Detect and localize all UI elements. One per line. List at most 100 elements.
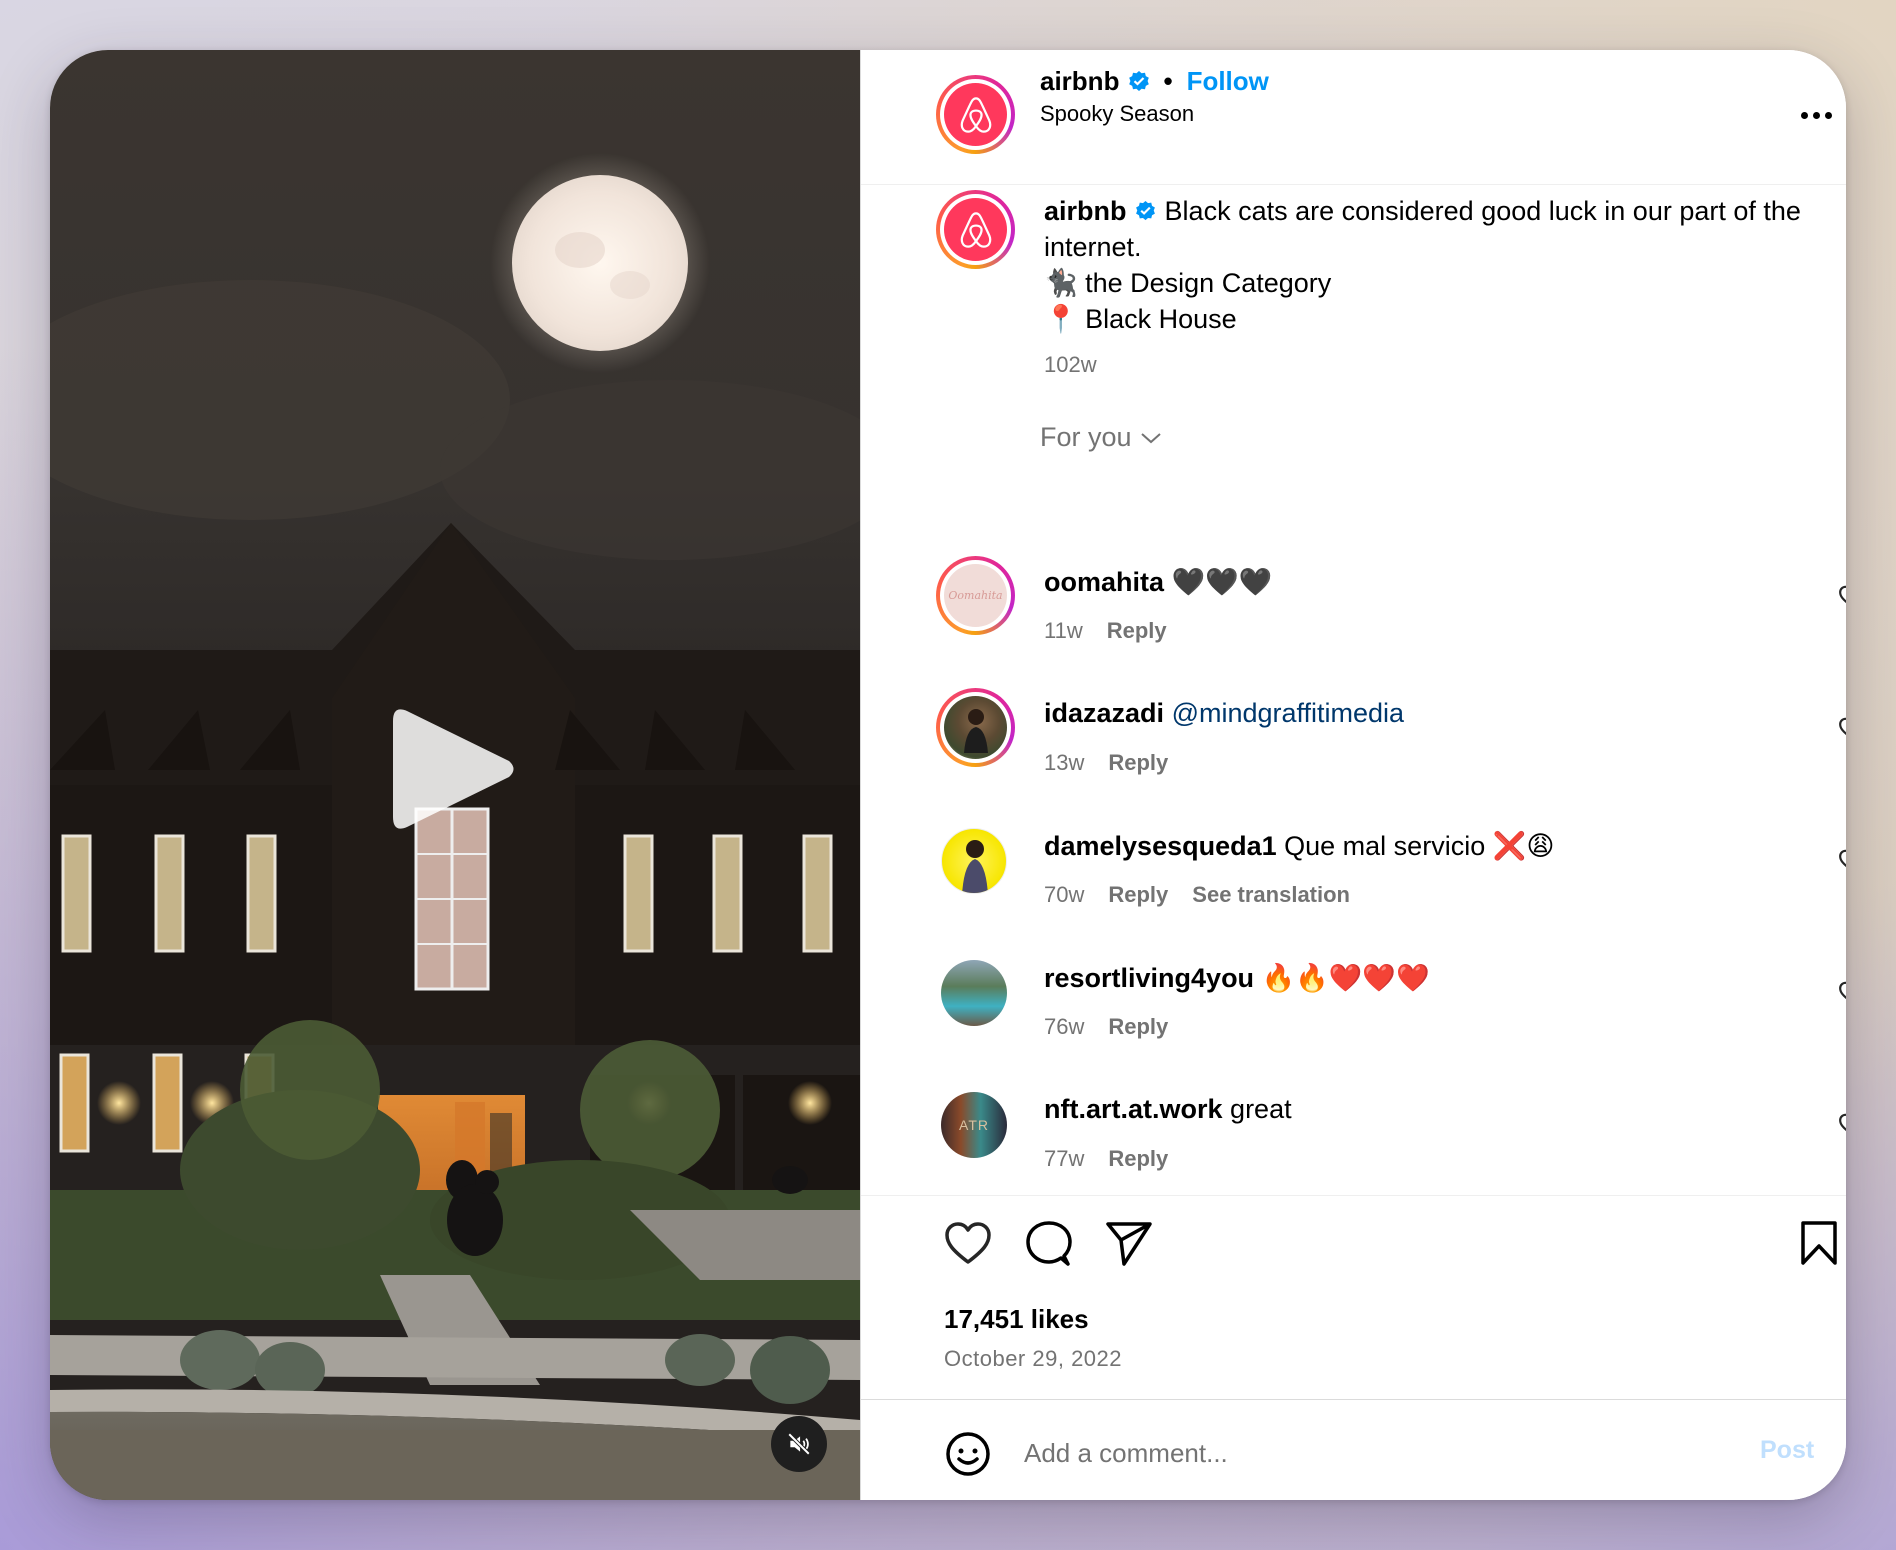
save-button[interactable] (1799, 1220, 1839, 1266)
airbnb-logo-icon (960, 96, 991, 133)
gable-window (414, 807, 490, 991)
avatar-logo-text: Oomahita (948, 589, 1003, 602)
commenter-avatar[interactable]: Oomahita (936, 556, 1015, 635)
sort-label: For you (1040, 422, 1132, 452)
comments-scroll-area[interactable]: airbnb Black cats are considered good lu… (861, 186, 1846, 1195)
mute-toggle-button[interactable] (771, 1416, 827, 1472)
post-comment-button[interactable]: Post (1760, 1436, 1814, 1465)
comment-like-icon[interactable] (1838, 1112, 1846, 1136)
follow-button[interactable]: Follow (1187, 66, 1269, 97)
post-date[interactable]: October 29, 2022 (944, 1346, 1122, 1372)
comment-meta: 77w Reply (1044, 1146, 1168, 1172)
caption-username[interactable]: airbnb (1044, 196, 1127, 226)
comment-body: Que mal servicio ❌😩 (1284, 831, 1555, 861)
comment-username[interactable]: resortliving4you (1044, 963, 1254, 993)
like-button[interactable] (943, 1220, 993, 1266)
author-avatar[interactable] (936, 75, 1015, 154)
post-caption: airbnb Black cats are considered good lu… (1044, 193, 1824, 337)
play-icon (393, 709, 514, 829)
reply-button[interactable]: Reply (1108, 882, 1168, 908)
more-options-button[interactable] (1791, 100, 1841, 130)
comment-text: nft.art.at.work great (1044, 1094, 1292, 1125)
comment-input[interactable] (1024, 1428, 1624, 1478)
emoji-icon (946, 1432, 990, 1476)
caption-author-avatar[interactable] (936, 190, 1015, 269)
comment-item: ATR nft.art.at.work great 77w Reply (861, 1084, 1846, 1195)
comment-button[interactable] (1024, 1220, 1074, 1266)
commenter-avatar[interactable]: ATR (941, 1092, 1007, 1158)
comment-username[interactable]: oomahita (1044, 567, 1164, 597)
play-button[interactable] (393, 705, 518, 833)
moon (512, 175, 688, 351)
comment-username[interactable]: idazazadi (1044, 698, 1164, 728)
reply-button[interactable]: Reply (1108, 1146, 1168, 1172)
comment-body: 🖤🖤🖤 (1171, 567, 1273, 597)
post-subtitle[interactable]: Spooky Season (1040, 101, 1194, 127)
commenter-avatar[interactable] (936, 688, 1015, 767)
likes-count[interactable]: 17,451 likes (944, 1304, 1089, 1335)
share-button[interactable] (1104, 1220, 1154, 1266)
avatar-art-text: ATR (959, 1117, 989, 1133)
chevron-down-icon (1140, 432, 1161, 443)
caption-location-line: 📍 Black House (1044, 304, 1237, 334)
person-photo (962, 840, 988, 893)
comment-time[interactable]: 70w (1044, 882, 1084, 908)
heart-icon (945, 1222, 991, 1264)
comment-like-icon[interactable] (1838, 848, 1846, 872)
caption-category-line: 🐈‍⬛ the Design Category (1044, 268, 1332, 298)
comment-time[interactable]: 13w (1044, 750, 1084, 776)
comment-like-icon[interactable] (1838, 716, 1846, 740)
comment-like-icon[interactable] (1838, 584, 1846, 608)
comment-time[interactable]: 77w (1044, 1146, 1084, 1172)
comment-icon (1026, 1221, 1072, 1266)
comment-username[interactable]: nft.art.at.work (1044, 1094, 1223, 1124)
comment-meta: 70w Reply See translation (1044, 882, 1350, 908)
reply-button[interactable]: Reply (1108, 750, 1168, 776)
commenter-avatar[interactable] (941, 828, 1007, 894)
comment-meta: 13w Reply (1044, 750, 1168, 776)
airbnb-logo-icon (960, 211, 991, 248)
caption-text: Black cats are considered good luck in o… (1044, 196, 1801, 262)
post-header: airbnb • Follow Spooky Season (861, 50, 1846, 185)
comment-meta: 11w Reply (1044, 618, 1167, 644)
comment-mention[interactable]: @mindgraffitimedia (1172, 698, 1405, 728)
reply-button[interactable]: Reply (1108, 1014, 1168, 1040)
commenter-avatar[interactable] (941, 960, 1007, 1026)
comment-text: resortliving4you 🔥🔥❤️❤️❤️ (1044, 962, 1430, 994)
comment-time[interactable]: 76w (1044, 1014, 1084, 1040)
caption-timestamp[interactable]: 102w (1044, 352, 1097, 378)
verified-badge-icon (1136, 200, 1155, 221)
comment-item: idazazadi @mindgraffitimedia 13w Reply (861, 688, 1846, 808)
comment-like-icon[interactable] (1838, 980, 1846, 1004)
comment-meta: 76w Reply (1044, 1014, 1168, 1040)
author-username[interactable]: airbnb (1040, 66, 1119, 97)
sidewalk (50, 1335, 860, 1380)
share-icon (1106, 1222, 1152, 1266)
street (50, 1430, 860, 1500)
see-translation-button[interactable]: See translation (1192, 882, 1350, 908)
more-horizontal-icon (1800, 111, 1808, 119)
verified-badge-icon (1129, 70, 1150, 91)
comment-body: 🔥🔥❤️❤️❤️ (1261, 963, 1430, 993)
comment-text: oomahita 🖤🖤🖤 (1044, 566, 1272, 598)
comment-username[interactable]: damelysesqueda1 (1044, 831, 1277, 861)
comment-text: idazazadi @mindgraffitimedia (1044, 698, 1404, 729)
comment-text: damelysesqueda1 Que mal servicio ❌😩 (1044, 830, 1554, 862)
comment-body: great (1230, 1094, 1292, 1124)
emoji-picker-button[interactable] (944, 1430, 992, 1478)
cloud (50, 280, 510, 520)
separator-dot: • (1163, 66, 1173, 96)
post-dialog: airbnb • Follow Spooky Season airbnb Bla… (50, 50, 1846, 1500)
post-details-panel: airbnb • Follow Spooky Season airbnb Bla… (860, 50, 1846, 1500)
comment-sort-dropdown[interactable]: For you (1040, 422, 1162, 453)
comment-time[interactable]: 11w (1044, 618, 1083, 644)
post-video[interactable] (50, 50, 860, 1500)
speaker-muted-icon (787, 1432, 811, 1456)
person-photo (963, 708, 988, 753)
reply-button[interactable]: Reply (1107, 618, 1167, 644)
add-comment-bar: Post (861, 1399, 1846, 1500)
comment-item: Oomahita oomahita 🖤🖤🖤 11w Reply (861, 556, 1846, 676)
bookmark-icon (1801, 1221, 1837, 1265)
comment-item: damelysesqueda1 Que mal servicio ❌😩 70w … (861, 820, 1846, 940)
author-line: airbnb • Follow (1040, 66, 1269, 97)
